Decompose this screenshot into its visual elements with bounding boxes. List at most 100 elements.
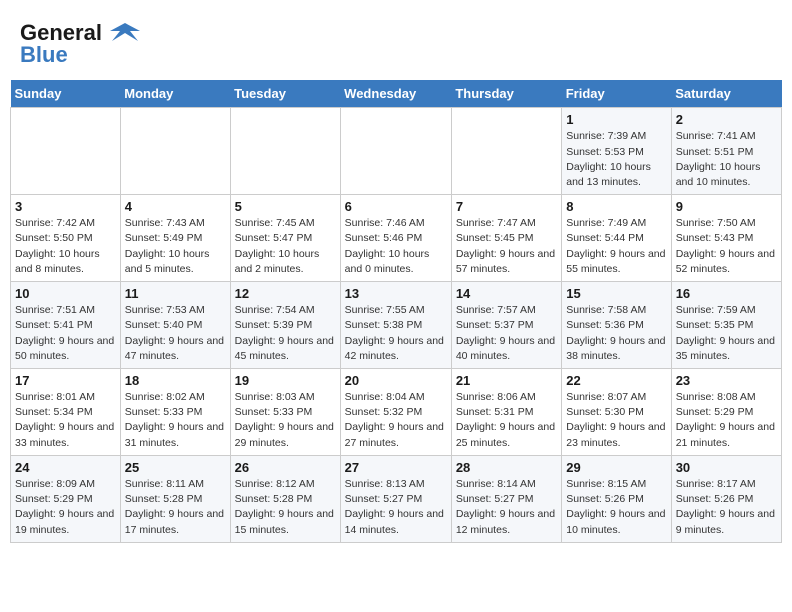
day-number: 15 (566, 286, 666, 301)
calendar-cell: 13 Sunrise: 7:55 AM Sunset: 5:38 PM Dayli… (340, 282, 451, 369)
day-number: 3 (15, 199, 116, 214)
calendar-cell: 6 Sunrise: 7:46 AM Sunset: 5:46 PM Daylig… (340, 195, 451, 282)
day-number: 10 (15, 286, 116, 301)
day-number: 2 (676, 112, 777, 127)
calendar-cell: 30Sunrise: 8:17 AM Sunset: 5:26 PM Dayli… (671, 455, 781, 542)
calendar-cell: 23 Sunrise: 8:08 AM Sunset: 5:29 PM Dayli… (671, 369, 781, 456)
day-number: 22 (566, 373, 666, 388)
calendar-cell (451, 108, 561, 195)
day-number: 18 (125, 373, 226, 388)
column-header-saturday: Saturday (671, 80, 781, 108)
calendar-cell: 19 Sunrise: 8:03 AM Sunset: 5:33 PM Dayli… (230, 369, 340, 456)
day-number: 27 (345, 460, 447, 475)
day-info: Sunrise: 8:04 AM Sunset: 5:32 PM Dayligh… (345, 390, 447, 451)
calendar-cell: 16 Sunrise: 7:59 AM Sunset: 5:35 PM Dayli… (671, 282, 781, 369)
column-header-wednesday: Wednesday (340, 80, 451, 108)
day-number: 23 (676, 373, 777, 388)
day-info: Sunrise: 8:11 AM Sunset: 5:28 PM Dayligh… (125, 477, 226, 538)
day-info: Sunrise: 7:43 AM Sunset: 5:49 PM Dayligh… (125, 216, 226, 277)
day-info: Sunrise: 7:53 AM Sunset: 5:40 PM Dayligh… (125, 303, 226, 364)
day-info: Sunrise: 7:46 AM Sunset: 5:46 PM Dayligh… (345, 216, 447, 277)
calendar-cell: 26Sunrise: 8:12 AM Sunset: 5:28 PM Dayli… (230, 455, 340, 542)
calendar-cell: 10 Sunrise: 7:51 AM Sunset: 5:41 PM Dayli… (11, 282, 121, 369)
calendar-cell: 27 Sunrise: 8:13 AM Sunset: 5:27 PM Dayli… (340, 455, 451, 542)
day-number: 29 (566, 460, 666, 475)
calendar-cell: 15 Sunrise: 7:58 AM Sunset: 5:36 PM Dayli… (562, 282, 671, 369)
calendar-cell: 4 Sunrise: 7:43 AM Sunset: 5:49 PM Daylig… (120, 195, 230, 282)
day-info: Sunrise: 8:08 AM Sunset: 5:29 PM Dayligh… (676, 390, 777, 451)
day-info: Sunrise: 8:03 AM Sunset: 5:33 PM Dayligh… (235, 390, 336, 451)
day-number: 19 (235, 373, 336, 388)
day-number: 17 (15, 373, 116, 388)
day-info: Sunrise: 7:47 AM Sunset: 5:45 PM Dayligh… (456, 216, 557, 277)
calendar-cell: 29 Sunrise: 8:15 AM Sunset: 5:26 PM Dayli… (562, 455, 671, 542)
day-info: Sunrise: 8:15 AM Sunset: 5:26 PM Dayligh… (566, 477, 666, 538)
day-info: Sunrise: 7:45 AM Sunset: 5:47 PM Dayligh… (235, 216, 336, 277)
day-number: 25 (125, 460, 226, 475)
day-info: Sunrise: 8:07 AM Sunset: 5:30 PM Dayligh… (566, 390, 666, 451)
day-info: Sunrise: 7:51 AM Sunset: 5:41 PM Dayligh… (15, 303, 116, 364)
day-info: Sunrise: 8:17 AM Sunset: 5:26 PM Dayligh… (676, 477, 777, 538)
calendar-cell (120, 108, 230, 195)
day-number: 12 (235, 286, 336, 301)
day-number: 8 (566, 199, 666, 214)
day-info: Sunrise: 7:41 AM Sunset: 5:51 PM Dayligh… (676, 129, 777, 190)
day-info: Sunrise: 7:55 AM Sunset: 5:38 PM Dayligh… (345, 303, 447, 364)
calendar-cell: 8 Sunrise: 7:49 AM Sunset: 5:44 PM Daylig… (562, 195, 671, 282)
calendar-cell: 17 Sunrise: 8:01 AM Sunset: 5:34 PM Dayli… (11, 369, 121, 456)
calendar-cell (340, 108, 451, 195)
day-info: Sunrise: 7:39 AM Sunset: 5:53 PM Dayligh… (566, 129, 666, 190)
column-header-monday: Monday (120, 80, 230, 108)
day-number: 9 (676, 199, 777, 214)
calendar-cell: 21 Sunrise: 8:06 AM Sunset: 5:31 PM Dayli… (451, 369, 561, 456)
calendar-cell (230, 108, 340, 195)
day-info: Sunrise: 8:13 AM Sunset: 5:27 PM Dayligh… (345, 477, 447, 538)
day-info: Sunrise: 7:49 AM Sunset: 5:44 PM Dayligh… (566, 216, 666, 277)
day-number: 20 (345, 373, 447, 388)
day-number: 16 (676, 286, 777, 301)
calendar-cell: 12 Sunrise: 7:54 AM Sunset: 5:39 PM Dayli… (230, 282, 340, 369)
day-info: Sunrise: 7:57 AM Sunset: 5:37 PM Dayligh… (456, 303, 557, 364)
day-number: 6 (345, 199, 447, 214)
calendar-cell: 20 Sunrise: 8:04 AM Sunset: 5:32 PM Dayli… (340, 369, 451, 456)
calendar-cell: 25 Sunrise: 8:11 AM Sunset: 5:28 PM Dayli… (120, 455, 230, 542)
day-number: 21 (456, 373, 557, 388)
calendar-cell: 7 Sunrise: 7:47 AM Sunset: 5:45 PM Daylig… (451, 195, 561, 282)
calendar-cell: 14 Sunrise: 7:57 AM Sunset: 5:37 PM Dayli… (451, 282, 561, 369)
day-info: Sunrise: 7:58 AM Sunset: 5:36 PM Dayligh… (566, 303, 666, 364)
day-info: Sunrise: 7:59 AM Sunset: 5:35 PM Dayligh… (676, 303, 777, 364)
calendar-cell: 3 Sunrise: 7:42 AM Sunset: 5:50 PM Daylig… (11, 195, 121, 282)
logo-bird-icon (110, 21, 140, 47)
day-number: 26 (235, 460, 336, 475)
day-number: 1 (566, 112, 666, 127)
day-info: Sunrise: 8:01 AM Sunset: 5:34 PM Dayligh… (15, 390, 116, 451)
day-number: 4 (125, 199, 226, 214)
calendar-cell: 2 Sunrise: 7:41 AM Sunset: 5:51 PM Daylig… (671, 108, 781, 195)
day-number: 13 (345, 286, 447, 301)
day-info: Sunrise: 8:14 AM Sunset: 5:27 PM Dayligh… (456, 477, 557, 538)
day-info: Sunrise: 8:02 AM Sunset: 5:33 PM Dayligh… (125, 390, 226, 451)
column-header-thursday: Thursday (451, 80, 561, 108)
calendar-cell: 1 Sunrise: 7:39 AM Sunset: 5:53 PM Daylig… (562, 108, 671, 195)
calendar-cell: 22 Sunrise: 8:07 AM Sunset: 5:30 PM Dayli… (562, 369, 671, 456)
day-number: 14 (456, 286, 557, 301)
calendar-cell: 11Sunrise: 7:53 AM Sunset: 5:40 PM Dayli… (120, 282, 230, 369)
day-number: 24 (15, 460, 116, 475)
column-header-friday: Friday (562, 80, 671, 108)
calendar-cell: 28 Sunrise: 8:14 AM Sunset: 5:27 PM Dayli… (451, 455, 561, 542)
day-info: Sunrise: 7:42 AM Sunset: 5:50 PM Dayligh… (15, 216, 116, 277)
day-info: Sunrise: 7:54 AM Sunset: 5:39 PM Dayligh… (235, 303, 336, 364)
day-info: Sunrise: 8:09 AM Sunset: 5:29 PM Dayligh… (15, 477, 116, 538)
logo: General Blue (20, 20, 140, 67)
day-number: 7 (456, 199, 557, 214)
calendar-cell: 18 Sunrise: 8:02 AM Sunset: 5:33 PM Dayli… (120, 369, 230, 456)
day-number: 28 (456, 460, 557, 475)
calendar-cell (11, 108, 121, 195)
day-number: 5 (235, 199, 336, 214)
page-header: General Blue (10, 10, 782, 72)
column-header-sunday: Sunday (11, 80, 121, 108)
calendar-cell: 24 Sunrise: 8:09 AM Sunset: 5:29 PM Dayli… (11, 455, 121, 542)
column-header-tuesday: Tuesday (230, 80, 340, 108)
day-info: Sunrise: 8:06 AM Sunset: 5:31 PM Dayligh… (456, 390, 557, 451)
calendar-table: SundayMondayTuesdayWednesdayThursdayFrid… (10, 80, 782, 542)
